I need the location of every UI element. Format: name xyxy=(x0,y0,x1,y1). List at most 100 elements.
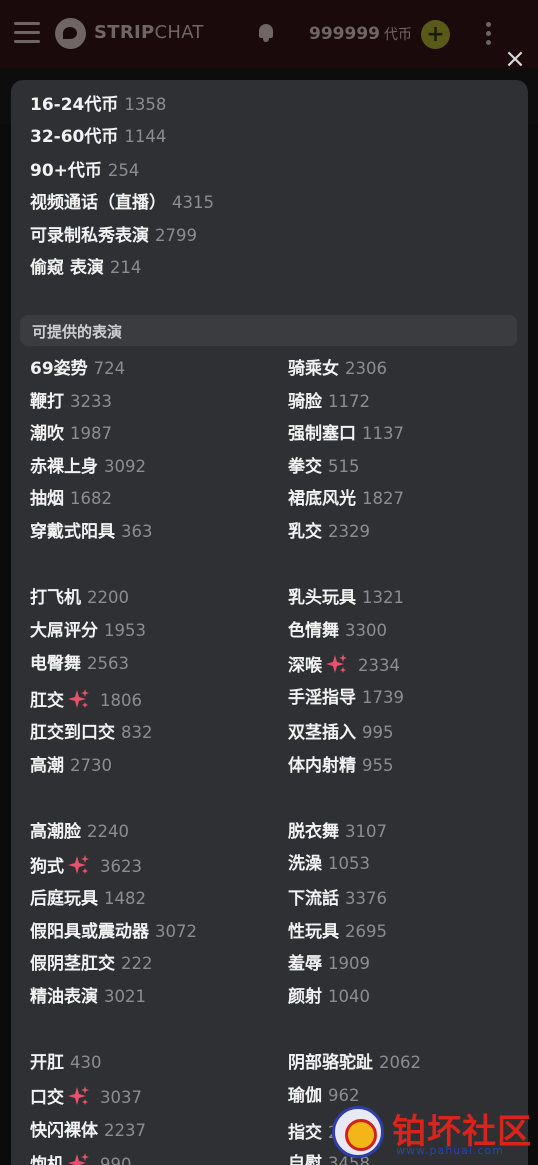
filter-item[interactable]: 性玩具 2695 xyxy=(288,921,387,943)
filter-item-count: 1739 xyxy=(362,688,404,707)
filter-item[interactable]: 抽烟 1682 xyxy=(30,488,112,510)
hamburger-menu-icon[interactable] xyxy=(14,22,40,44)
filter-item-label: 洗澡 xyxy=(288,854,322,874)
sparkle-icon xyxy=(68,1086,90,1106)
filter-item-count: 1909 xyxy=(328,954,370,973)
filter-item-label: 拳交 xyxy=(288,457,322,477)
filter-item-count: 1144 xyxy=(124,127,167,146)
filter-item[interactable]: 洗澡 1053 xyxy=(288,853,370,875)
filter-item-count: 2200 xyxy=(87,588,129,607)
filter-item[interactable]: 羞辱 1909 xyxy=(288,953,370,975)
filter-item[interactable]: 骑脸 1172 xyxy=(288,391,370,413)
filter-item[interactable]: 开肛 430 xyxy=(30,1052,102,1074)
filter-item[interactable]: 肛交到口交 832 xyxy=(30,722,153,744)
token-balance[interactable]: 999999 代币 xyxy=(309,24,412,44)
filter-item-label: 下流話 xyxy=(288,889,339,909)
filter-item-label: 口交 xyxy=(30,1088,64,1108)
top-bar: STRIPCHAT 999999 代币 + xyxy=(0,0,538,68)
more-menu-icon[interactable] xyxy=(486,22,492,46)
logo-icon[interactable] xyxy=(55,18,86,49)
filter-item[interactable]: 狗式 3623 xyxy=(30,855,142,878)
filter-item-label: 体内射精 xyxy=(288,756,356,776)
filter-item-label: 指交 xyxy=(288,1123,322,1143)
filter-item[interactable]: 骑乘女 2306 xyxy=(288,358,387,380)
filter-item-label: 深喉 xyxy=(288,656,322,676)
filter-item[interactable]: 90+代币 254 xyxy=(30,160,139,182)
filter-item[interactable]: 大屌评分 1953 xyxy=(30,620,146,642)
filter-item[interactable]: 乳头玩具 1321 xyxy=(288,587,404,609)
filter-item[interactable]: 体内射精 955 xyxy=(288,755,394,777)
filter-item[interactable]: 视频通话（直播） 4315 xyxy=(30,192,214,214)
filter-item-count: 1321 xyxy=(362,588,404,607)
filter-item-count: 724 xyxy=(93,359,126,378)
filter-item-label: 乳交 xyxy=(288,522,322,542)
filter-item[interactable]: 精油表演 3021 xyxy=(30,986,146,1008)
filter-item-count: 1987 xyxy=(70,424,112,443)
filter-item-count: 2563 xyxy=(87,654,129,673)
filter-item[interactable]: 炮机 990 xyxy=(30,1153,132,1165)
filter-item-label: 瑜伽 xyxy=(288,1086,322,1106)
filter-item[interactable]: 裙底风光 1827 xyxy=(288,488,404,510)
filter-item-label: 乳头玩具 xyxy=(288,588,356,608)
filter-item[interactable]: 强制塞口 1137 xyxy=(288,423,404,445)
filter-item[interactable]: 肛交 1806 xyxy=(30,689,142,712)
filter-item[interactable]: 脱衣舞 3107 xyxy=(288,821,387,843)
filter-item[interactable]: 假阴茎肛交 222 xyxy=(30,953,153,975)
filter-item-label: 鞭打 xyxy=(30,392,64,412)
filter-item-label: 脱衣舞 xyxy=(288,822,339,842)
filter-item-count: 3037 xyxy=(100,1088,142,1107)
filter-item-count: 222 xyxy=(121,954,153,973)
filter-item[interactable]: 下流話 3376 xyxy=(288,888,387,910)
filter-item[interactable]: 高潮 2730 xyxy=(30,755,112,777)
filter-item-count: 2240 xyxy=(87,822,129,841)
filter-item[interactable]: 偷窥 表演 214 xyxy=(30,257,141,279)
filter-item[interactable]: 假阳具或震动器 3072 xyxy=(30,921,197,943)
filter-item-label: 狗式 xyxy=(30,857,64,877)
filter-item[interactable]: 乳交 2329 xyxy=(288,521,370,543)
filter-item[interactable]: 69姿势 724 xyxy=(30,358,125,380)
close-button[interactable]: × xyxy=(504,46,526,72)
filter-item-label: 后庭玩具 xyxy=(30,889,98,909)
filter-item-count: 3072 xyxy=(155,922,197,941)
filter-item-count: 430 xyxy=(70,1053,102,1072)
filter-item[interactable]: 可录制私秀表演 2799 xyxy=(30,225,197,247)
filter-item[interactable]: 阴部骆驼趾 2062 xyxy=(288,1052,421,1074)
section-header-shows: 可提供的表演 xyxy=(20,315,517,346)
filter-item[interactable]: 16-24代币 1358 xyxy=(30,94,166,116)
filter-item-count: 2237 xyxy=(104,1121,146,1140)
watermark-url: www.pahuai.com xyxy=(396,1144,504,1157)
filter-item[interactable]: 打飞机 2200 xyxy=(30,587,129,609)
filter-item-count: 1482 xyxy=(104,889,146,908)
filter-item-label: 快闪裸体 xyxy=(30,1121,98,1141)
add-tokens-button[interactable]: + xyxy=(421,20,450,49)
filter-item-count: 2062 xyxy=(379,1053,421,1072)
filter-item-count: 214 xyxy=(109,258,142,277)
filter-item[interactable]: 赤裸上身 3092 xyxy=(30,456,146,478)
filter-item[interactable]: 穿戴式阳具 363 xyxy=(30,521,153,543)
filter-item-label: 69姿势 xyxy=(30,359,88,379)
filter-item[interactable]: 拳交 515 xyxy=(288,456,360,478)
filter-item[interactable]: 32-60代币 1144 xyxy=(30,126,166,148)
filter-item[interactable]: 电臀舞 2563 xyxy=(30,653,129,675)
filter-item[interactable]: 鞭打 3233 xyxy=(30,391,112,413)
filter-item[interactable]: 高潮脸 2240 xyxy=(30,821,129,843)
filter-item-label: 16-24代币 xyxy=(30,95,119,115)
filter-item[interactable]: 口交 3037 xyxy=(30,1086,142,1109)
brand-logo[interactable]: STRIPCHAT xyxy=(94,22,204,43)
filter-item-count: 832 xyxy=(121,723,153,742)
filter-item-count: 1806 xyxy=(100,691,142,710)
filter-item[interactable]: 颜射 1040 xyxy=(288,986,370,1008)
filter-item[interactable]: 后庭玩具 1482 xyxy=(30,888,146,910)
filter-item-label: 双茎插入 xyxy=(288,723,356,743)
filter-item-count: 3021 xyxy=(104,987,146,1006)
filter-item[interactable]: 潮吹 1987 xyxy=(30,423,112,445)
filter-item[interactable]: 双茎插入 995 xyxy=(288,722,394,744)
filter-item[interactable]: 深喉 2334 xyxy=(288,654,400,677)
bell-icon[interactable] xyxy=(258,24,274,42)
filter-item-label: 性玩具 xyxy=(288,922,339,942)
filter-item[interactable]: 色情舞 3300 xyxy=(288,620,387,642)
filter-item[interactable]: 手淫指导 1739 xyxy=(288,687,404,709)
filter-item-label: 强制塞口 xyxy=(288,424,356,444)
filter-item-label: 手淫指导 xyxy=(288,688,356,708)
filter-item[interactable]: 快闪裸体 2237 xyxy=(30,1120,146,1142)
